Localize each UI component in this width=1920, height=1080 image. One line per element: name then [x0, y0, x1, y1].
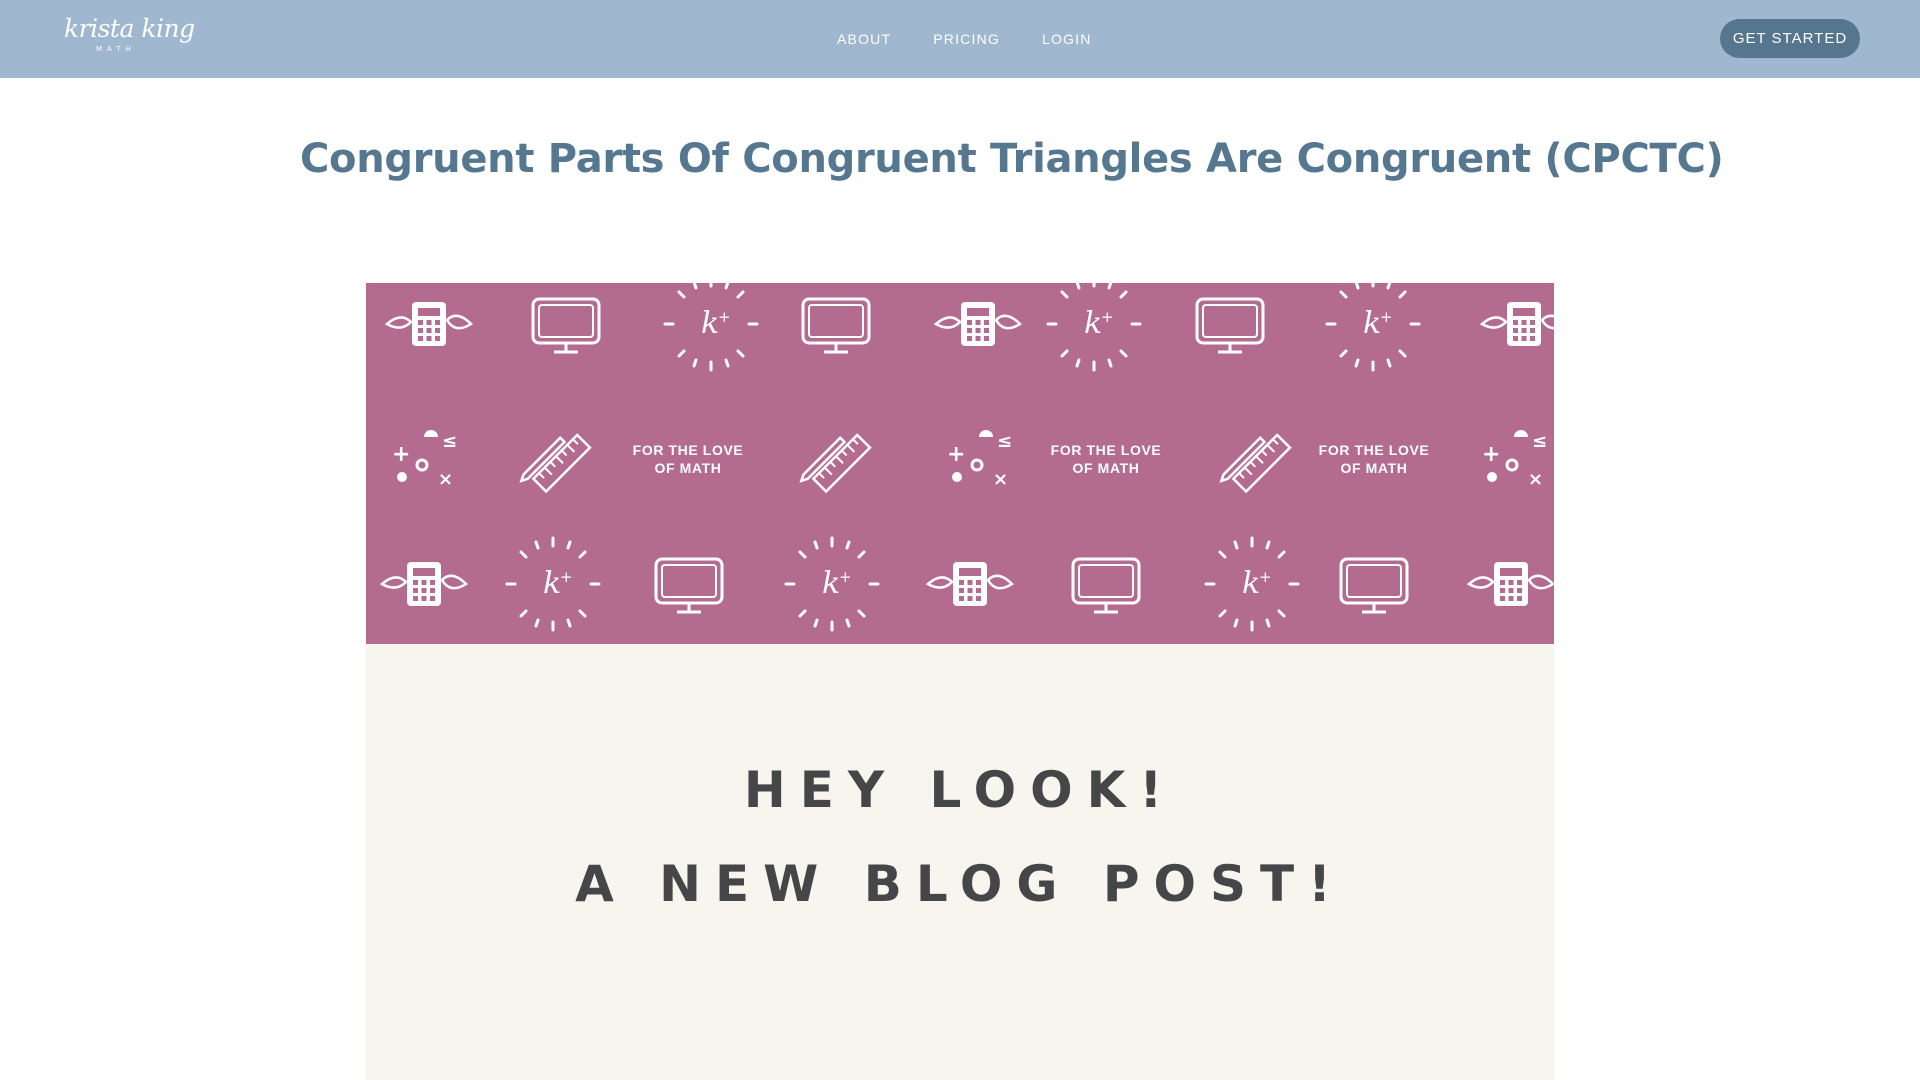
site-logo[interactable]: krista king MATH [64, 14, 195, 62]
logo-subtitle: MATH [96, 45, 136, 53]
site-header: krista king MATH ABOUT PRICING LOGIN GET… [0, 0, 1920, 78]
pattern-motto-3b: OF MATH [1341, 460, 1408, 476]
get-started-button[interactable]: GET STARTED [1720, 19, 1860, 58]
nav-login-link[interactable]: LOGIN [1042, 28, 1092, 50]
headline-line-2: A NEW BLOG POST! [575, 855, 1345, 913]
headline-line-1: HEY LOOK! [743, 761, 1177, 819]
pattern-banner: k + [366, 283, 1554, 644]
pattern-motto-1a: FOR THE LOVE [633, 442, 744, 458]
pattern-motto-2a: FOR THE LOVE [1051, 442, 1162, 458]
nav-about-link[interactable]: ABOUT [837, 28, 891, 50]
pattern-motto-2b: OF MATH [1073, 460, 1140, 476]
logo-script-text: krista king [64, 14, 195, 43]
hero-image: k + [366, 283, 1554, 1080]
pattern-motto-3a: FOR THE LOVE [1319, 442, 1430, 458]
post-title: Congruent Parts Of Congruent Triangles A… [300, 136, 1724, 182]
nav-pricing-link[interactable]: PRICING [933, 28, 1000, 50]
pattern-svg: k + [380, 283, 1554, 632]
main-nav: ABOUT PRICING LOGIN [837, 28, 1092, 50]
pattern-motto-1b: OF MATH [655, 460, 722, 476]
